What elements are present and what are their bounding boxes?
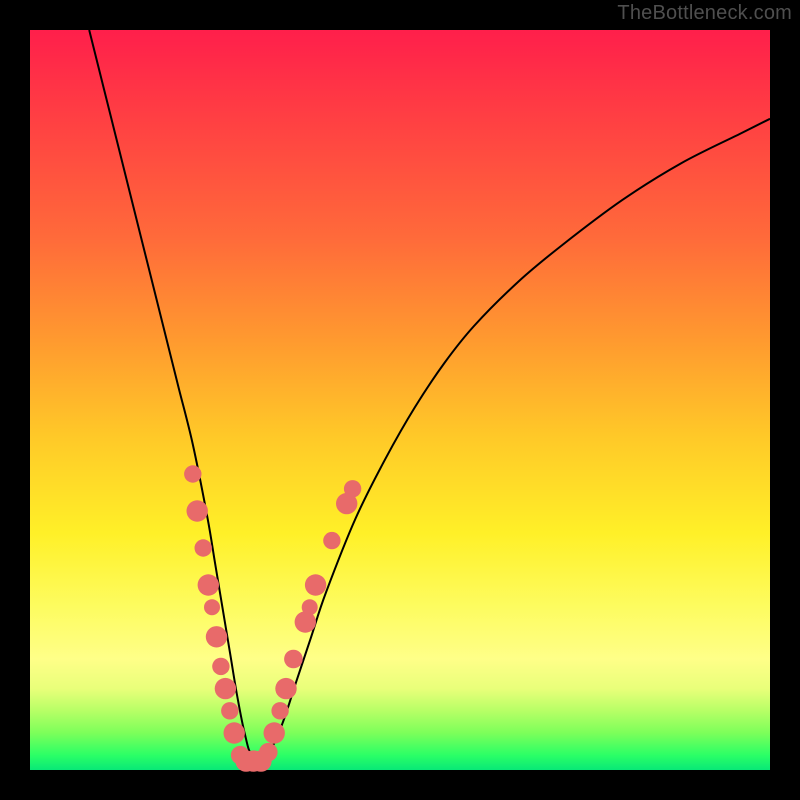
data-marker (302, 599, 318, 615)
data-marker (305, 574, 326, 595)
data-marker (212, 658, 229, 675)
bottleneck-svg (30, 30, 770, 770)
watermark-text: TheBottleneck.com (617, 2, 792, 25)
data-marker (271, 702, 288, 719)
data-marker (184, 465, 201, 482)
data-marker (264, 722, 285, 743)
chart-frame: TheBottleneck.com (0, 0, 800, 800)
data-marker (323, 532, 340, 549)
marker-layer (184, 465, 361, 772)
data-marker (259, 743, 278, 762)
data-marker (275, 678, 296, 699)
data-marker (198, 574, 219, 595)
data-marker (206, 626, 227, 647)
data-marker (195, 539, 212, 556)
data-marker (284, 650, 303, 669)
data-marker (224, 722, 245, 743)
data-marker (215, 678, 236, 699)
data-marker (221, 702, 238, 719)
plot-area (30, 30, 770, 770)
data-marker (344, 480, 361, 497)
data-marker (204, 599, 220, 615)
data-marker (187, 500, 208, 521)
bottleneck-curve (89, 30, 770, 758)
